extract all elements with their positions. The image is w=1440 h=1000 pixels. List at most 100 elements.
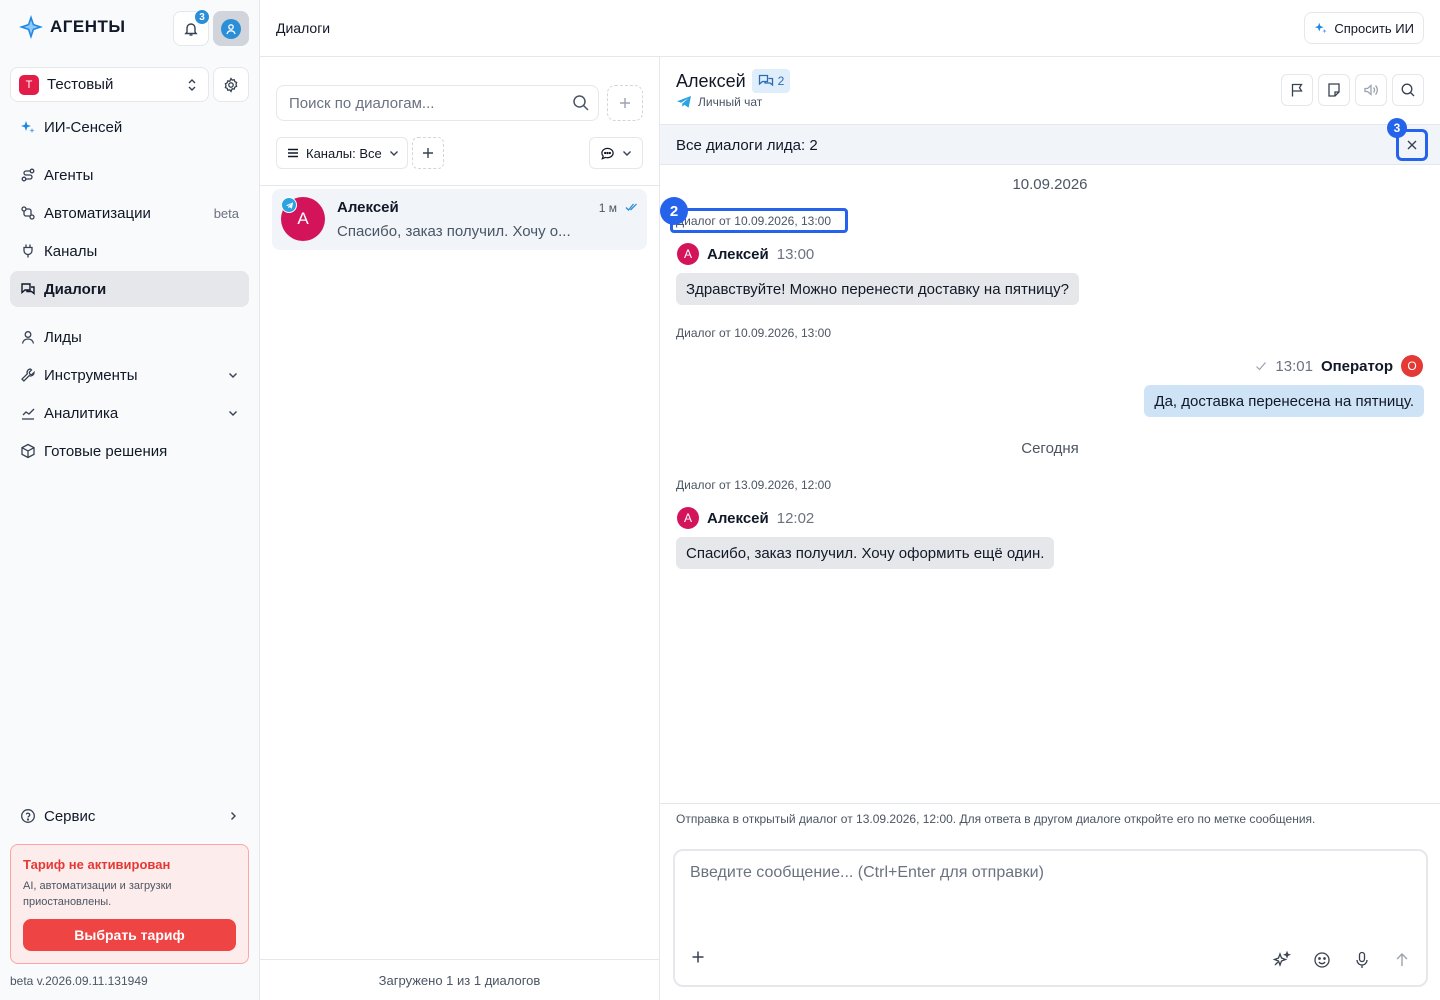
composer-tools <box>1272 950 1412 970</box>
help-circle-icon <box>20 808 36 824</box>
audio-button[interactable] <box>1355 74 1387 106</box>
workspace-name: Тестовый <box>47 76 114 93</box>
flag-icon <box>1289 82 1305 98</box>
workspace-selector[interactable]: Т Тестовый <box>10 67 209 102</box>
logo[interactable]: АГЕНТЫ <box>18 14 126 40</box>
message-bubble: Здравствуйте! Можно перенести доставку н… <box>676 273 1079 305</box>
ask-ai-button[interactable]: Спросить ИИ <box>1304 12 1424 44</box>
chart-icon <box>20 405 36 421</box>
message-time: 13:01 <box>1275 357 1313 375</box>
message-time: 12:02 <box>776 509 815 527</box>
dialog-list-item[interactable]: А Алексей 1 м Спасибо, заказ получил. Хо… <box>272 189 647 250</box>
sidebar-item-service[interactable]: Сервис <box>10 798 249 834</box>
divider <box>660 803 1440 804</box>
dialog-time: 1 м <box>598 201 617 215</box>
sidebar-item-automations[interactable]: Автоматизации beta <box>10 195 249 231</box>
message-sender: Алексей <box>707 509 769 527</box>
dialog-tag-link[interactable]: Диалог от 10.09.2026, 13:00 <box>676 214 831 228</box>
sidebar-item-dialogs[interactable]: Диалоги <box>10 271 249 307</box>
dialog-preview: Спасибо, заказ получил. Хочу о... <box>337 223 571 240</box>
sidebar-item-label: Лиды <box>44 328 82 346</box>
chat-search-button[interactable] <box>1392 74 1424 106</box>
emoji-icon[interactable] <box>1312 950 1332 970</box>
chats-icon <box>20 281 36 297</box>
sidebar-item-ai-sensei[interactable]: ИИ-Сенсей <box>10 109 249 145</box>
sidebar-item-label: Готовые решения <box>44 442 168 460</box>
chat-bubble-icon <box>600 146 615 161</box>
plus-icon <box>618 96 632 110</box>
choose-tariff-button[interactable]: Выбрать тариф <box>23 919 236 951</box>
search-icon[interactable] <box>572 94 590 112</box>
sound-wave-icon <box>1363 82 1379 98</box>
message-time: 13:00 <box>776 245 815 263</box>
lead-dialogs-text: Все диалоги лида: 2 <box>676 137 818 154</box>
message-sender: Алексей <box>707 245 769 263</box>
sidebar-item-agents[interactable]: Агенты <box>10 157 249 193</box>
view-mode-dropdown[interactable] <box>589 137 643 169</box>
telegram-icon <box>676 95 692 109</box>
workspace-settings-button[interactable] <box>213 67 249 102</box>
notifications-badge: 3 <box>194 9 210 25</box>
microphone-icon[interactable] <box>1352 950 1372 970</box>
add-filter-button[interactable] <box>412 137 444 169</box>
search-input[interactable] <box>289 94 572 112</box>
plus-icon <box>421 146 435 160</box>
note-icon <box>1326 82 1342 98</box>
user-icon <box>20 329 36 345</box>
tariff-warning: Тариф не активирован AI, автоматизации и… <box>10 844 249 964</box>
tariff-description: AI, автоматизации и загрузки приостановл… <box>23 880 172 908</box>
new-dialog-button[interactable] <box>607 85 643 121</box>
date-separator: 10.09.2026 <box>1012 176 1088 193</box>
sidebar-item-label: Аналитика <box>44 404 119 422</box>
dialog-tag-link[interactable]: Диалог от 10.09.2026, 13:00 <box>676 326 831 340</box>
plug-icon <box>20 243 36 259</box>
list-icon <box>286 146 300 160</box>
chevron-down-icon <box>621 147 633 159</box>
dialog-tag-link[interactable]: Диалог от 13.09.2026, 12:00 <box>676 478 831 492</box>
chats-icon <box>758 74 774 88</box>
workflow-icon <box>20 205 36 221</box>
sidebar-item-tools[interactable]: Инструменты <box>10 357 249 393</box>
chat-channel: Личный чат <box>676 95 762 109</box>
message-bubble: Спасибо, заказ получил. Хочу оформить ещ… <box>676 537 1055 569</box>
note-button[interactable] <box>1318 74 1350 106</box>
message-input[interactable] <box>690 864 1390 924</box>
ai-sparkles-icon[interactable] <box>1272 950 1292 970</box>
avatar: А <box>677 243 699 265</box>
dialogs-count: 2 <box>777 74 785 88</box>
message-header: А Алексей 12:02 <box>677 507 814 529</box>
chevron-right-icon <box>227 810 239 822</box>
chat-panel: Алексей 2 Личный чат Все диалоги лида: 2… <box>660 57 1440 1000</box>
channels-filter-label: Каналы: Все <box>306 145 382 161</box>
check-icon <box>1255 361 1267 371</box>
tariff-title: Тариф не активирован <box>23 857 171 872</box>
route-icon <box>20 167 36 183</box>
send-hint: Отправка в открытый диалог от 13.09.2026… <box>676 812 1316 826</box>
channels-filter[interactable]: Каналы: Все <box>276 137 408 169</box>
sidebar-item-label: Каналы <box>44 242 98 260</box>
message-sender: Оператор <box>1320 357 1393 375</box>
telegram-icon <box>281 197 297 213</box>
chat-contact-name: Алексей <box>676 71 746 91</box>
user-menu-button[interactable] <box>213 11 249 46</box>
dialogs-count-badge[interactable]: 2 <box>752 69 790 93</box>
dialog-list-panel: Каналы: Все А Алексей 1 м Спасибо, заказ… <box>260 57 660 1000</box>
close-icon <box>1406 139 1418 151</box>
divider <box>260 185 659 186</box>
gear-icon <box>223 76 239 93</box>
chevron-down-icon <box>227 407 239 419</box>
logo-text: АГЕНТЫ <box>50 17 126 36</box>
sidebar-item-channels[interactable]: Каналы <box>10 233 249 269</box>
sidebar-item-ready-solutions[interactable]: Готовые решения <box>10 433 249 469</box>
sparkle-icon <box>20 119 36 135</box>
send-arrow-icon[interactable] <box>1392 950 1412 970</box>
annotation-marker: 2 <box>660 197 688 225</box>
sidebar-item-leads[interactable]: Лиды <box>10 319 249 355</box>
attach-plus-icon[interactable] <box>691 950 705 964</box>
sidebar-item-analytics[interactable]: Аналитика <box>10 395 249 431</box>
flag-button[interactable] <box>1281 74 1313 106</box>
workspace-avatar: Т <box>19 74 39 95</box>
app-version: beta v.2026.09.11.131949 <box>10 974 148 988</box>
sidebar-item-label: Диалоги <box>44 280 107 298</box>
message-header: 13:01 Оператор О <box>1255 355 1423 377</box>
